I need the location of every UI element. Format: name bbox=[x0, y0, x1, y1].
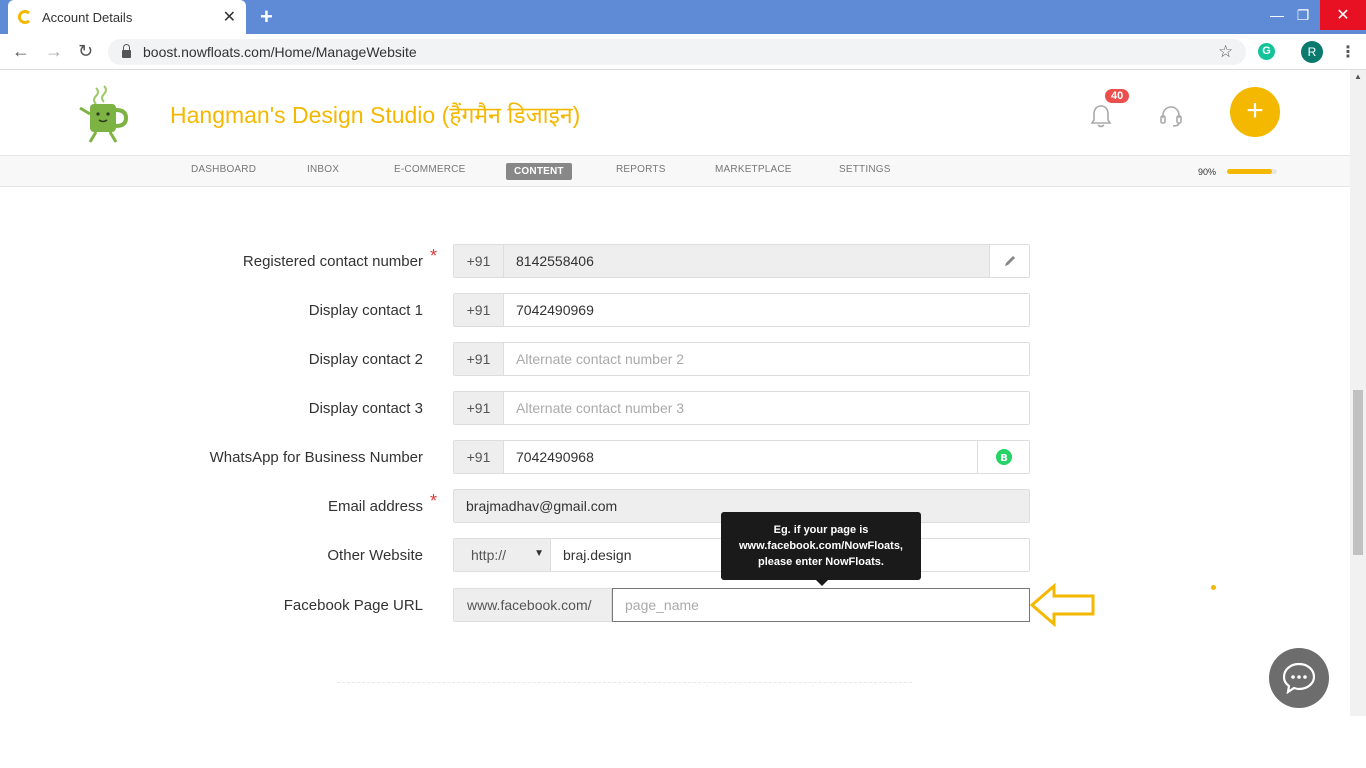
add-button[interactable]: + bbox=[1230, 87, 1280, 137]
whatsapp-group: +91 7042490968 B bbox=[453, 440, 1030, 474]
pointer-arrow-icon bbox=[1030, 583, 1095, 627]
url-field[interactable]: boost.nowfloats.com/Home/ManageWebsite bbox=[108, 39, 1246, 65]
facebook-tooltip: Eg. if your page is www.facebook.com/Now… bbox=[721, 512, 921, 586]
lock-icon bbox=[122, 44, 131, 58]
required-asterisk: * bbox=[430, 246, 438, 266]
email-label: Email address bbox=[327, 498, 423, 515]
profile-progress-label: 90% bbox=[1198, 167, 1217, 177]
notification-badge: 40 bbox=[1105, 89, 1130, 103]
nav-inbox[interactable]: INBOX bbox=[307, 164, 339, 175]
pencil-icon bbox=[1004, 256, 1015, 266]
nav-marketplace[interactable]: MARKETPLACE bbox=[715, 164, 792, 175]
registered-contact-field: 8142558406 bbox=[504, 245, 989, 277]
country-code: +91 bbox=[454, 294, 504, 326]
grammarly-icon[interactable]: G bbox=[1258, 43, 1275, 60]
url-text: boost.nowfloats.com/Home/ManageWebsite bbox=[143, 44, 417, 60]
profile-avatar[interactable]: R bbox=[1301, 41, 1323, 63]
display-contact-1-label: Display contact 1 bbox=[308, 302, 423, 319]
section-divider bbox=[337, 682, 912, 683]
scrollbar-thumb[interactable] bbox=[1353, 390, 1363, 555]
edit-button[interactable] bbox=[989, 245, 1029, 277]
nav-reports[interactable]: REPORTS bbox=[616, 164, 666, 175]
headset-icon[interactable] bbox=[1159, 104, 1183, 128]
display-contact-2-field[interactable]: Alternate contact number 2 bbox=[504, 343, 1029, 375]
address-bar: ← → ↻ boost.nowfloats.com/Home/ManageWeb… bbox=[0, 34, 1366, 70]
country-code: +91 bbox=[454, 245, 504, 277]
nav-content[interactable]: CONTENT bbox=[506, 163, 572, 180]
page-content: Hangman's Design Studio (हैंगमैन डिजाइन)… bbox=[0, 70, 1350, 716]
tooltip-line-3: please enter NowFloats. bbox=[758, 556, 884, 568]
facebook-page-field[interactable]: page_name bbox=[612, 588, 1030, 622]
protocol-value: http:// bbox=[471, 547, 507, 563]
display-contact-2-label: Display contact 2 bbox=[308, 351, 423, 368]
registered-contact-group: +91 8142558406 bbox=[453, 244, 1030, 278]
chat-button[interactable] bbox=[1269, 648, 1329, 708]
display-contact-1-row: Display contact 1 +91 7042490969 bbox=[0, 293, 1350, 327]
forward-icon[interactable]: → bbox=[45, 41, 63, 62]
tab-title: Account Details bbox=[42, 9, 133, 25]
display-contact-3-field[interactable]: Alternate contact number 3 bbox=[504, 392, 1029, 424]
svg-text:B: B bbox=[1000, 453, 1008, 464]
display-contact-2-row: Display contact 2 +91 Alternate contact … bbox=[0, 342, 1350, 376]
display-contact-3-group: +91 Alternate contact number 3 bbox=[453, 391, 1030, 425]
required-asterisk: * bbox=[430, 491, 438, 511]
profile-progress-bar bbox=[1227, 169, 1277, 174]
email-row: Email address * brajmadhav@gmail.com bbox=[0, 489, 1350, 523]
whatsapp-row: WhatsApp for Business Number +91 7042490… bbox=[0, 440, 1350, 474]
browser-tab-bar: Account Details ✕ + — ❐ ✕ bbox=[0, 0, 1366, 34]
main-nav: DASHBOARD INBOX E-COMMERCE CONTENT REPOR… bbox=[0, 155, 1350, 187]
nav-ecommerce[interactable]: E-COMMERCE bbox=[394, 164, 465, 175]
whatsapp-field[interactable]: 7042490968 bbox=[504, 441, 977, 473]
display-contact-2-group: +91 Alternate contact number 2 bbox=[453, 342, 1030, 376]
facebook-prefix-group: www.facebook.com/ bbox=[453, 588, 613, 622]
display-contact-3-row: Display contact 3 +91 Alternate contact … bbox=[0, 391, 1350, 425]
display-contact-1-field[interactable]: 7042490969 bbox=[504, 294, 1029, 326]
favicon-icon bbox=[18, 10, 32, 24]
registered-contact-row: Registered contact number * +91 81425584… bbox=[0, 244, 1350, 278]
registered-contact-label: Registered contact number bbox=[242, 253, 423, 270]
facebook-label: Facebook Page URL bbox=[283, 597, 423, 614]
scroll-up-icon[interactable]: ▲ bbox=[1354, 72, 1362, 81]
decorative-dot bbox=[1211, 585, 1216, 590]
country-code: +91 bbox=[454, 392, 504, 424]
back-icon[interactable]: ← bbox=[12, 41, 30, 62]
restore-icon[interactable]: ❐ bbox=[1288, 0, 1318, 30]
country-code: +91 bbox=[454, 343, 504, 375]
whatsapp-business-button[interactable]: B bbox=[977, 441, 1029, 473]
bookmark-star-icon[interactable]: ☆ bbox=[1218, 42, 1233, 62]
facebook-row: Facebook Page URL www.facebook.com/ page… bbox=[0, 588, 1350, 622]
protocol-select[interactable]: http:// ▼ bbox=[454, 539, 551, 571]
display-contact-3-label: Display contact 3 bbox=[308, 400, 423, 417]
browser-tab[interactable]: Account Details ✕ bbox=[8, 0, 246, 34]
chat-icon bbox=[1282, 662, 1316, 694]
menu-icon[interactable]: ⋮ bbox=[1340, 42, 1356, 62]
tooltip-line-2: www.facebook.com/NowFloats, bbox=[738, 540, 903, 552]
tooltip-line-1: Eg. if your page is bbox=[773, 524, 869, 536]
nav-settings[interactable]: SETTINGS bbox=[839, 164, 891, 175]
country-code: +91 bbox=[454, 441, 504, 473]
page-scrollbar[interactable]: ▲ bbox=[1350, 70, 1366, 716]
whatsapp-business-icon: B bbox=[995, 449, 1012, 465]
mug-logo-icon bbox=[70, 80, 140, 150]
nav-dashboard[interactable]: DASHBOARD bbox=[191, 164, 256, 175]
caret-down-icon: ▼ bbox=[534, 548, 544, 559]
close-tab-icon[interactable]: ✕ bbox=[223, 7, 236, 27]
display-contact-1-group: +91 7042490969 bbox=[453, 293, 1030, 327]
website-row: Other Website http:// ▼ braj.design bbox=[0, 538, 1350, 572]
bell-icon[interactable] bbox=[1090, 104, 1112, 128]
profile-progress-fill bbox=[1227, 169, 1272, 174]
facebook-prefix: www.facebook.com/ bbox=[454, 589, 612, 621]
reload-icon[interactable]: ↻ bbox=[78, 41, 93, 62]
site-header: Hangman's Design Studio (हैंगमैन डिजाइन)… bbox=[0, 70, 1350, 155]
new-tab-icon[interactable]: + bbox=[260, 4, 273, 30]
business-name: Hangman's Design Studio (हैंगमैन डिजाइन) bbox=[170, 102, 581, 128]
window-close-icon[interactable]: ✕ bbox=[1320, 0, 1366, 30]
website-label: Other Website bbox=[327, 547, 423, 564]
whatsapp-label: WhatsApp for Business Number bbox=[209, 449, 423, 466]
